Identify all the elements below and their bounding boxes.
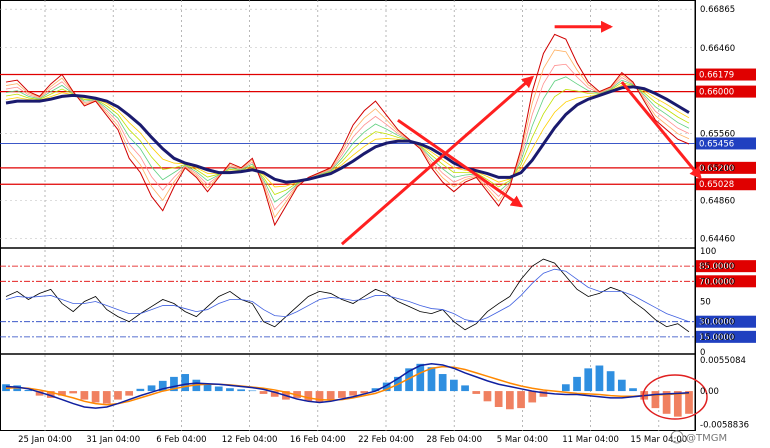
macd-histogram-bar xyxy=(685,391,693,414)
macd-histogram-bar xyxy=(483,391,492,402)
macd-tick-label: 0.0055084 xyxy=(700,356,746,366)
x-tick-label: 12 Feb 04:00 xyxy=(222,435,278,445)
price-level-label: 0.65456 xyxy=(699,139,734,149)
price-tick-label: 0.64860 xyxy=(700,196,735,206)
rsi-tick-label: 85.0000 xyxy=(700,262,735,272)
x-tick-label: 11 Mar 04:00 xyxy=(562,435,619,445)
x-tick-label: 28 Feb 04:00 xyxy=(426,435,482,445)
macd-histogram-bar xyxy=(226,388,234,392)
macd-histogram-bar xyxy=(125,391,134,396)
macd-histogram-bar xyxy=(80,391,89,400)
macd-histogram-bar xyxy=(438,374,447,392)
macd-histogram-bar xyxy=(248,390,257,392)
macd-histogram-bar xyxy=(505,391,514,410)
rsi-tick-label: 100 xyxy=(700,247,716,257)
x-tick-label: 22 Feb 04:00 xyxy=(358,435,414,445)
macd-histogram-bar xyxy=(338,391,346,398)
macd-histogram-bar xyxy=(573,376,581,392)
price-level-label: 0.65028 xyxy=(699,180,734,190)
rsi-tick-label: 70.0000 xyxy=(700,277,735,287)
macd-histogram-bar xyxy=(304,391,313,402)
macd-histogram-bar xyxy=(472,391,481,394)
macd-histogram-bar xyxy=(91,391,100,403)
price-tick-label: 0.65200 xyxy=(700,164,735,174)
macd-histogram-bar xyxy=(69,391,78,394)
price-tick-label: 0.65560 xyxy=(700,130,735,140)
macd-histogram-bar xyxy=(203,384,212,392)
macd-histogram-bar xyxy=(136,388,145,392)
macd-histogram-bar xyxy=(349,391,357,396)
price-level-label: 0.66000 xyxy=(699,88,734,98)
macd-histogram-bar xyxy=(595,365,604,392)
macd-histogram-bar xyxy=(629,388,637,392)
macd-histogram-bar xyxy=(450,379,458,392)
macd-histogram-bar xyxy=(494,391,503,407)
macd-histogram-bar xyxy=(315,391,324,403)
macd-histogram-bar xyxy=(181,374,190,392)
rsi-tick-label: 30.0000 xyxy=(700,318,735,328)
macd-histogram-bar xyxy=(259,391,268,394)
macd-histogram-bar xyxy=(673,391,682,417)
watermark-text: @TMGM xyxy=(686,433,727,444)
rsi-tick-label: 50 xyxy=(700,298,711,308)
macd-histogram-bar xyxy=(114,391,122,400)
macd-histogram-bar xyxy=(416,363,425,392)
x-tick-label: 31 Jan 04:00 xyxy=(86,435,140,445)
macd-tick-label: -0.0058836 xyxy=(700,420,749,430)
x-tick-label: 15 Mar 04:00 xyxy=(630,435,687,445)
macd-histogram-bar xyxy=(528,391,537,403)
macd-histogram-bar xyxy=(102,391,111,404)
macd-histogram-bar xyxy=(584,368,593,392)
macd-histogram-bar xyxy=(147,385,156,392)
x-tick-label: 25 Jan 04:00 xyxy=(18,435,72,445)
macd-histogram-bar xyxy=(461,385,469,392)
macd-histogram-bar xyxy=(237,389,245,392)
x-tick-label: 6 Feb 04:00 xyxy=(156,435,206,445)
macd-histogram-bar xyxy=(606,371,615,392)
price-level-label: 0.66179 xyxy=(699,71,734,81)
macd-histogram-bar xyxy=(617,379,626,392)
macd-histogram-bar xyxy=(561,384,570,392)
macd-histogram-bar xyxy=(214,386,223,392)
macd-histogram-bar xyxy=(427,367,436,392)
price-tick-label: 0.64460 xyxy=(700,234,735,244)
price-tick-label: 0.66865 xyxy=(700,5,735,15)
x-tick-label: 16 Feb 04:00 xyxy=(290,435,346,445)
macd-histogram-bar xyxy=(326,391,335,401)
macd-histogram-bar xyxy=(517,391,525,409)
macd-tick-label: 0.00 xyxy=(700,387,719,397)
price-tick-label: 0.66460 xyxy=(700,44,735,54)
x-tick-label: 5 Mar 04:00 xyxy=(497,435,548,445)
rsi-tick-label: 15.0000 xyxy=(700,333,735,343)
forex-chart: 0.66179 0.66000 0.65456 0.65200 0.65028 85.00… xyxy=(0,0,770,448)
